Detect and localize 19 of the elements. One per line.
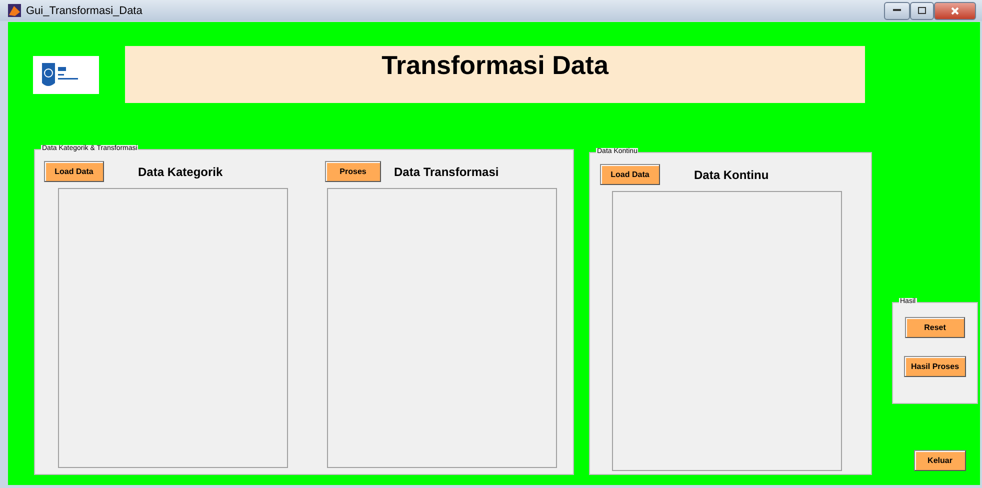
maximize-button[interactable] — [910, 2, 934, 20]
action-button[interactable]: Proses — [325, 161, 381, 182]
section-label: Data Transformasi — [394, 164, 499, 178]
minimize-icon — [893, 9, 901, 12]
logo — [33, 56, 99, 94]
section-label: Data Kontinu — [694, 168, 769, 182]
app-icon — [8, 4, 21, 17]
exit-button[interactable]: Keluar — [914, 450, 966, 471]
app-title: Transformasi Data — [382, 50, 608, 81]
action-button[interactable]: Hasil Proses — [904, 356, 966, 377]
minimize-button[interactable] — [884, 2, 910, 20]
action-button[interactable]: Load Data — [44, 161, 104, 182]
close-button[interactable] — [934, 2, 976, 20]
close-icon — [951, 6, 959, 14]
action-button[interactable]: Reset — [905, 317, 965, 338]
action-button[interactable]: Load Data — [600, 164, 660, 185]
window-title: Gui_Transformasi_Data — [26, 4, 144, 16]
section-label: Data Kategorik — [138, 164, 223, 178]
maximize-icon — [918, 7, 926, 14]
